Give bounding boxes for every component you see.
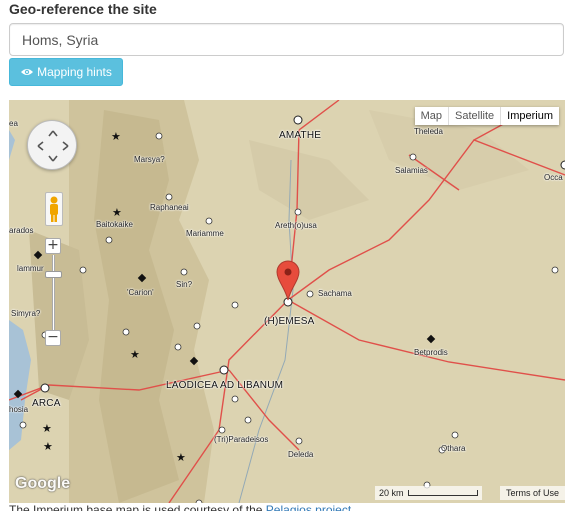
place-label: LAODICEA AD LIBANUM [166,380,284,391]
svg-text:★: ★ [130,348,140,361]
zoom-out-button[interactable]: − [45,330,61,346]
place-label: Theleda [414,127,443,136]
place-label: Deleda [288,450,314,459]
svg-text:★: ★ [176,451,186,464]
scale-label: 20 km [379,488,404,498]
mapping-hints-button[interactable]: Mapping hints [9,58,123,86]
place-label: Marsya? [134,155,165,164]
street-view-pegman[interactable] [45,192,63,226]
credit-text: The Imperium base map is used courtesy o… [9,503,266,511]
place-label: Salamias [395,166,428,175]
zoom-slider-handle[interactable] [45,271,62,278]
pegman-icon [50,196,58,222]
svg-text:★: ★ [42,422,52,435]
place-label: Raphaneai [150,203,189,212]
place-label: (Tri)Paradeisos [214,435,269,444]
map-view[interactable]: ★ ★ ★ ★ ★ ★ Map Satellite Imperium + − A… [9,100,565,503]
place-label: Sachama [318,289,352,298]
scale-bar [407,490,478,496]
place-label: ARCA [32,398,61,409]
svg-text:★: ★ [111,130,121,143]
site-location-input[interactable] [9,23,564,56]
place-label: arados [9,226,34,235]
place-label: Sin? [176,280,193,289]
pan-control[interactable] [27,120,77,170]
map-scale: 20 km [375,486,482,500]
place-label-hemesa: (H)EMESA [264,316,315,327]
pelagios-link[interactable]: Pelagios project [266,503,351,511]
place-label: Baitokaike [96,220,133,229]
map-type-map-button[interactable]: Map [415,107,448,125]
zoom-slider-track[interactable] [52,255,55,330]
place-label: AMATHE [279,130,322,141]
place-label: hosia [9,405,29,414]
place-label: Simyra? [11,309,41,318]
terms-of-use-link[interactable]: Terms of Use [499,486,565,500]
map-type-control: Map Satellite Imperium [414,107,559,125]
eye-icon [21,69,34,75]
section-heading: Geo-reference the site [9,1,157,17]
place-label: Occa [544,173,563,182]
place-label: ea [9,119,18,128]
svg-text:★: ★ [43,440,53,453]
place-label: lammur [17,264,44,273]
map-type-imperium-button[interactable]: Imperium [500,107,559,125]
place-label: Mariamme [186,229,224,238]
place-label: Othara [441,444,466,453]
map-terrain: ★ ★ ★ ★ ★ ★ [9,100,565,503]
mapping-hints-label: Mapping hints [37,65,112,79]
svg-text:★: ★ [112,206,122,219]
place-label: 'Carion' [127,288,154,297]
map-type-satellite-button[interactable]: Satellite [448,107,500,125]
base-map-credit: The Imperium base map is used courtesy o… [9,503,351,511]
zoom-in-button[interactable]: + [45,238,61,254]
google-logo: Google [15,475,71,492]
place-label: Areth(o)usa [275,221,317,230]
pan-arrows-icon [37,130,69,162]
place-label: Betprodis [414,348,448,357]
